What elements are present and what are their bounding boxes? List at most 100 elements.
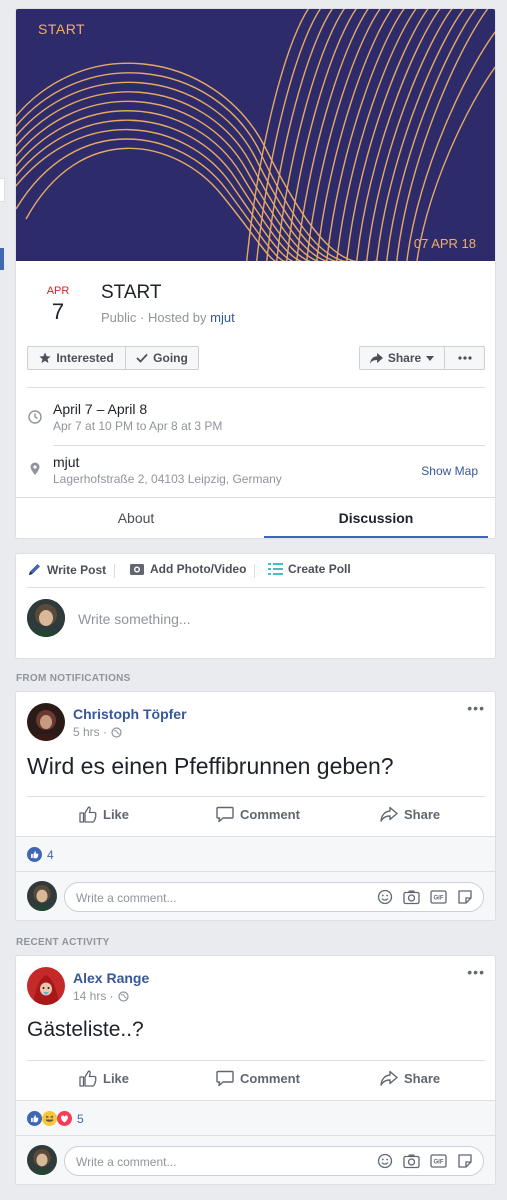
write-post-tab[interactable]: Write Post bbox=[27, 562, 106, 577]
tab-discussion[interactable]: Discussion bbox=[264, 499, 488, 538]
comment-bubble-icon bbox=[216, 1070, 234, 1087]
author-avatar[interactable] bbox=[27, 967, 65, 1005]
like-reaction-icon bbox=[27, 847, 42, 862]
globe-icon bbox=[111, 726, 122, 738]
divider bbox=[53, 445, 485, 446]
reaction-summary[interactable]: 5 bbox=[16, 1100, 495, 1136]
post-composer: Write Post Add Photo/Video Create Poll W… bbox=[15, 553, 496, 659]
comment-bubble-icon bbox=[216, 806, 234, 823]
left-panel-tab[interactable] bbox=[0, 178, 5, 202]
checkmark-icon bbox=[136, 353, 148, 363]
more-options-button[interactable] bbox=[444, 346, 485, 370]
going-label: Going bbox=[153, 351, 188, 365]
create-poll-label: Create Poll bbox=[288, 562, 351, 576]
comment-composer: Write a comment... GIF bbox=[16, 872, 495, 920]
section-label-recent: RECENT ACTIVITY bbox=[16, 937, 110, 948]
share-event-button[interactable]: Share bbox=[359, 346, 445, 370]
user-avatar[interactable] bbox=[27, 1145, 57, 1175]
user-avatar[interactable] bbox=[27, 599, 65, 637]
like-button[interactable]: Like bbox=[79, 1070, 129, 1087]
haha-reaction-icon bbox=[42, 1111, 57, 1126]
divider bbox=[27, 387, 485, 388]
interested-button[interactable]: Interested bbox=[27, 346, 126, 370]
event-time-range: April 7 – April 8 bbox=[53, 401, 148, 417]
section-label-notifications: FROM NOTIFICATIONS bbox=[16, 673, 131, 684]
comment-label: Comment bbox=[240, 1071, 300, 1086]
location-pin-icon bbox=[30, 462, 40, 475]
write-something-input[interactable]: Write something... bbox=[78, 611, 191, 627]
reaction-summary[interactable]: 4 bbox=[16, 836, 495, 872]
location-name[interactable]: mjut bbox=[53, 454, 79, 470]
reaction-count[interactable]: 5 bbox=[77, 1112, 84, 1126]
like-reaction-icon bbox=[27, 1111, 42, 1126]
author-avatar[interactable] bbox=[27, 703, 65, 741]
event-date-badge: APR 7 bbox=[38, 285, 78, 325]
post-card: Christoph Töpfer 5 hrs · ••• Wird es ein… bbox=[15, 691, 496, 921]
host-link[interactable]: mjut bbox=[210, 310, 235, 325]
post-author[interactable]: Christoph Töpfer bbox=[73, 706, 187, 722]
share-button[interactable]: Share bbox=[380, 806, 440, 822]
sticker-icon[interactable] bbox=[457, 1153, 473, 1169]
post-time-text: 5 hrs · bbox=[73, 725, 108, 739]
comment-input[interactable]: Write a comment... GIF bbox=[64, 1146, 484, 1176]
emoji-icon[interactable] bbox=[377, 889, 393, 905]
camera-icon[interactable] bbox=[403, 1153, 420, 1169]
globe-icon bbox=[118, 990, 129, 1002]
star-icon bbox=[39, 352, 51, 363]
share-arrow-icon bbox=[380, 1070, 398, 1086]
pencil-icon bbox=[29, 564, 40, 575]
like-button[interactable]: Like bbox=[79, 806, 129, 823]
post-author[interactable]: Alex Range bbox=[73, 970, 149, 986]
reaction-count[interactable]: 4 bbox=[47, 848, 54, 862]
avatar-photo bbox=[27, 599, 65, 637]
emoji-icon[interactable] bbox=[377, 1153, 393, 1169]
event-title: START bbox=[101, 282, 162, 303]
like-label: Like bbox=[103, 807, 130, 822]
comment-button[interactable]: Comment bbox=[216, 806, 300, 823]
left-panel-active-marker bbox=[0, 248, 4, 270]
event-time-detail: Apr 7 at 10 PM to Apr 8 at 3 PM bbox=[53, 419, 223, 433]
comment-placeholder: Write a comment... bbox=[76, 1155, 177, 1169]
event-month: APR bbox=[46, 285, 70, 297]
cover-art bbox=[16, 9, 495, 261]
thumbs-up-icon bbox=[79, 806, 97, 823]
comment-input[interactable]: Write a comment... GIF bbox=[64, 882, 484, 912]
event-day: 7 bbox=[51, 299, 65, 324]
comment-placeholder: Write a comment... bbox=[76, 891, 177, 905]
divider bbox=[27, 587, 485, 588]
going-button[interactable]: Going bbox=[125, 346, 199, 370]
ellipsis-icon bbox=[457, 356, 472, 360]
camera-icon[interactable] bbox=[403, 889, 420, 905]
show-map-link[interactable]: Show Map bbox=[421, 464, 478, 478]
sticker-icon[interactable] bbox=[457, 889, 473, 905]
share-label: Share bbox=[404, 1070, 441, 1086]
add-photo-tab[interactable]: Add Photo/Video bbox=[129, 562, 246, 576]
share-arrow-icon bbox=[369, 352, 383, 364]
comment-button[interactable]: Comment bbox=[216, 1070, 300, 1087]
tab-about[interactable]: About bbox=[16, 499, 256, 538]
create-poll-tab[interactable]: Create Poll bbox=[268, 562, 351, 576]
post-options-icon[interactable]: ••• bbox=[467, 700, 485, 716]
share-label: Share bbox=[387, 351, 422, 365]
love-reaction-icon bbox=[57, 1111, 72, 1126]
gif-icon[interactable]: GIF bbox=[430, 889, 447, 905]
post-timestamp: 14 hrs · bbox=[73, 989, 129, 1003]
caret-down-icon bbox=[426, 355, 435, 361]
svg-text:GIF: GIF bbox=[434, 1160, 444, 1166]
divider bbox=[27, 796, 485, 797]
post-options-icon[interactable]: ••• bbox=[467, 964, 485, 980]
event-cover-image: START 07 APR 18 bbox=[16, 9, 495, 261]
gif-icon[interactable]: GIF bbox=[430, 1153, 447, 1169]
location-address: Lagerhofstraße 2, 04103 Leipzig, Germany bbox=[53, 472, 282, 486]
cover-title: START bbox=[38, 21, 86, 37]
post-text: Wird es einen Pfeffibrunnen geben? bbox=[27, 753, 394, 779]
divider bbox=[16, 497, 495, 498]
avatar-photo bbox=[27, 881, 57, 911]
comment-tools: GIF bbox=[377, 889, 473, 905]
comment-composer: Write a comment... GIF bbox=[16, 1136, 495, 1184]
user-avatar[interactable] bbox=[27, 881, 57, 911]
separator bbox=[254, 564, 255, 578]
share-button[interactable]: Share bbox=[380, 1070, 440, 1086]
post-text: Gästeliste..? bbox=[27, 1018, 144, 1041]
separator bbox=[114, 564, 115, 578]
